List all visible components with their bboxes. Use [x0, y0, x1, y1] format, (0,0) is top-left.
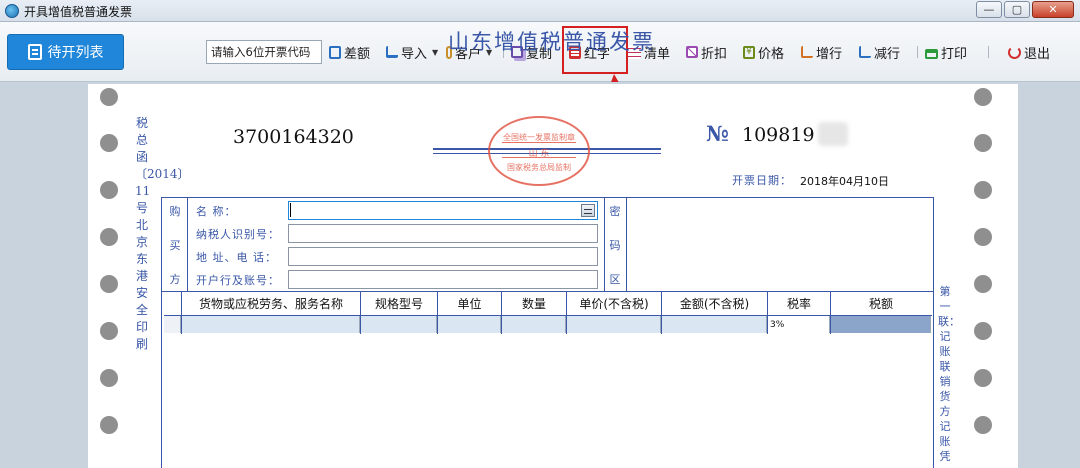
buyer-bank-input[interactable]: [288, 270, 598, 289]
remove-row-button[interactable]: 减行: [859, 43, 900, 62]
table-row-unit-cell[interactable]: [438, 316, 501, 333]
perforation-hole: [974, 275, 992, 293]
add-row-button[interactable]: 增行: [801, 43, 842, 62]
toolbar-divider: [917, 46, 918, 58]
table-row-spec-cell[interactable]: [361, 316, 437, 333]
perforation-hole: [974, 322, 992, 340]
table-row-amount-cell[interactable]: [662, 316, 767, 333]
minimize-button[interactable]: —: [976, 1, 1002, 18]
toolbar-divider: [988, 46, 989, 58]
price-icon: ¥: [743, 45, 755, 59]
password-label-3: 区: [609, 273, 621, 286]
text-cursor: [290, 203, 291, 217]
perforation-hole: [100, 322, 118, 340]
import-dropdown-caret-icon[interactable]: ▼: [432, 48, 438, 57]
perforation-hole: [100, 416, 118, 434]
perforation-hole: [100, 369, 118, 387]
frame-divider: [626, 197, 627, 291]
perforation-hole: [974, 369, 992, 387]
invoice-code: 3700164320: [233, 126, 354, 148]
invoice-number: 109819: [742, 124, 815, 146]
buyer-label-3: 方: [169, 273, 181, 286]
buyer-lookup-icon[interactable]: [581, 204, 595, 217]
table-row-goods-cell[interactable]: [182, 316, 360, 333]
table-row-price-cell[interactable]: [567, 316, 661, 333]
issue-date-label: 开票日期：: [732, 174, 792, 187]
buyer-taxid-label: 纳税人识别号：: [196, 228, 280, 241]
price-button[interactable]: ¥ 价格: [743, 43, 784, 62]
perforation-hole: [974, 88, 992, 106]
redacted-digits: [818, 122, 848, 146]
exit-button[interactable]: 退出: [1008, 43, 1050, 62]
invoice-title: 山东增值税普通发票: [448, 30, 655, 54]
discount-button[interactable]: 折扣: [686, 43, 727, 62]
col-header-unit: 单位: [457, 297, 482, 311]
buyer-address-input[interactable]: [288, 247, 598, 266]
table-row-tax-cell[interactable]: [831, 316, 931, 333]
window-title: 开具增值税普通发票: [24, 5, 133, 19]
maximize-button[interactable]: ▢: [1004, 1, 1030, 18]
remove-row-icon: [859, 46, 871, 58]
col-header-spec: 规格型号: [374, 297, 423, 311]
password-label-1: 密: [609, 205, 621, 218]
perforation-hole: [974, 134, 992, 152]
col-header-tax-rate: 税率: [786, 297, 811, 311]
buyer-bank-label: 开户行及账号：: [196, 274, 280, 287]
perforation-hole: [974, 228, 992, 246]
password-label-2: 码: [609, 239, 621, 252]
add-row-icon: [801, 46, 813, 58]
perforation-hole: [100, 181, 118, 199]
print-button[interactable]: 打印: [925, 43, 967, 62]
discount-icon: [686, 46, 698, 58]
issue-date: 2018年04月10日: [800, 175, 889, 188]
window-titlebar: 开具增值税普通发票 — ▢ ✕: [0, 0, 1080, 22]
diff-button[interactable]: 差额: [329, 43, 370, 62]
perforation-hole: [974, 416, 992, 434]
table-row-selector[interactable]: [164, 316, 181, 333]
col-header-goods: 货物或应税劳务、服务名称: [198, 297, 343, 311]
frame-divider: [161, 291, 934, 292]
tax-rate-value: 3%: [770, 320, 785, 330]
perforation-hole: [100, 134, 118, 152]
buyer-address-label: 地 址、电 话：: [196, 251, 277, 264]
buyer-label-2: 买: [169, 239, 181, 252]
invoice-number-symbol: №: [706, 121, 729, 146]
right-margin-text: 第一联：记账联 销货方记账凭: [938, 285, 960, 463]
pending-list-label: 待开列表: [47, 45, 104, 61]
print-icon: [925, 48, 938, 59]
buyer-name-label: 名 称：: [196, 205, 237, 218]
frame-divider: [604, 197, 605, 291]
col-header-unit-price: 单价(不含税): [579, 297, 649, 311]
import-button[interactable]: 导入 ▼: [386, 43, 438, 62]
diff-icon: [329, 45, 341, 59]
pending-list-button[interactable]: 待开列表: [7, 34, 124, 70]
buyer-label-1: 购: [169, 205, 181, 218]
perforation-hole: [100, 228, 118, 246]
perforation-hole: [974, 181, 992, 199]
official-seal: 全国统一发票监制章 山 东 国家税务总局监制: [488, 116, 590, 186]
document-list-icon: [27, 44, 42, 60]
import-icon: [386, 46, 398, 58]
close-button[interactable]: ✕: [1032, 1, 1074, 18]
buyer-name-input[interactable]: [288, 201, 598, 220]
col-header-amount: 金额(不含税): [679, 297, 750, 311]
perforation-hole: [100, 88, 118, 106]
power-icon: [1008, 45, 1021, 59]
invoice-code-input[interactable]: [206, 40, 322, 64]
perforation-hole: [100, 275, 118, 293]
left-margin-text: 税总函〔2014〕 11 号北京东港安全印刷: [135, 116, 190, 351]
app-logo-icon: [5, 4, 19, 18]
table-row-qty-cell[interactable]: [502, 316, 566, 333]
buyer-taxid-input[interactable]: [288, 224, 598, 243]
col-header-tax: 税额: [868, 297, 893, 311]
frame-divider: [187, 197, 188, 291]
col-header-qty: 数量: [521, 297, 546, 311]
